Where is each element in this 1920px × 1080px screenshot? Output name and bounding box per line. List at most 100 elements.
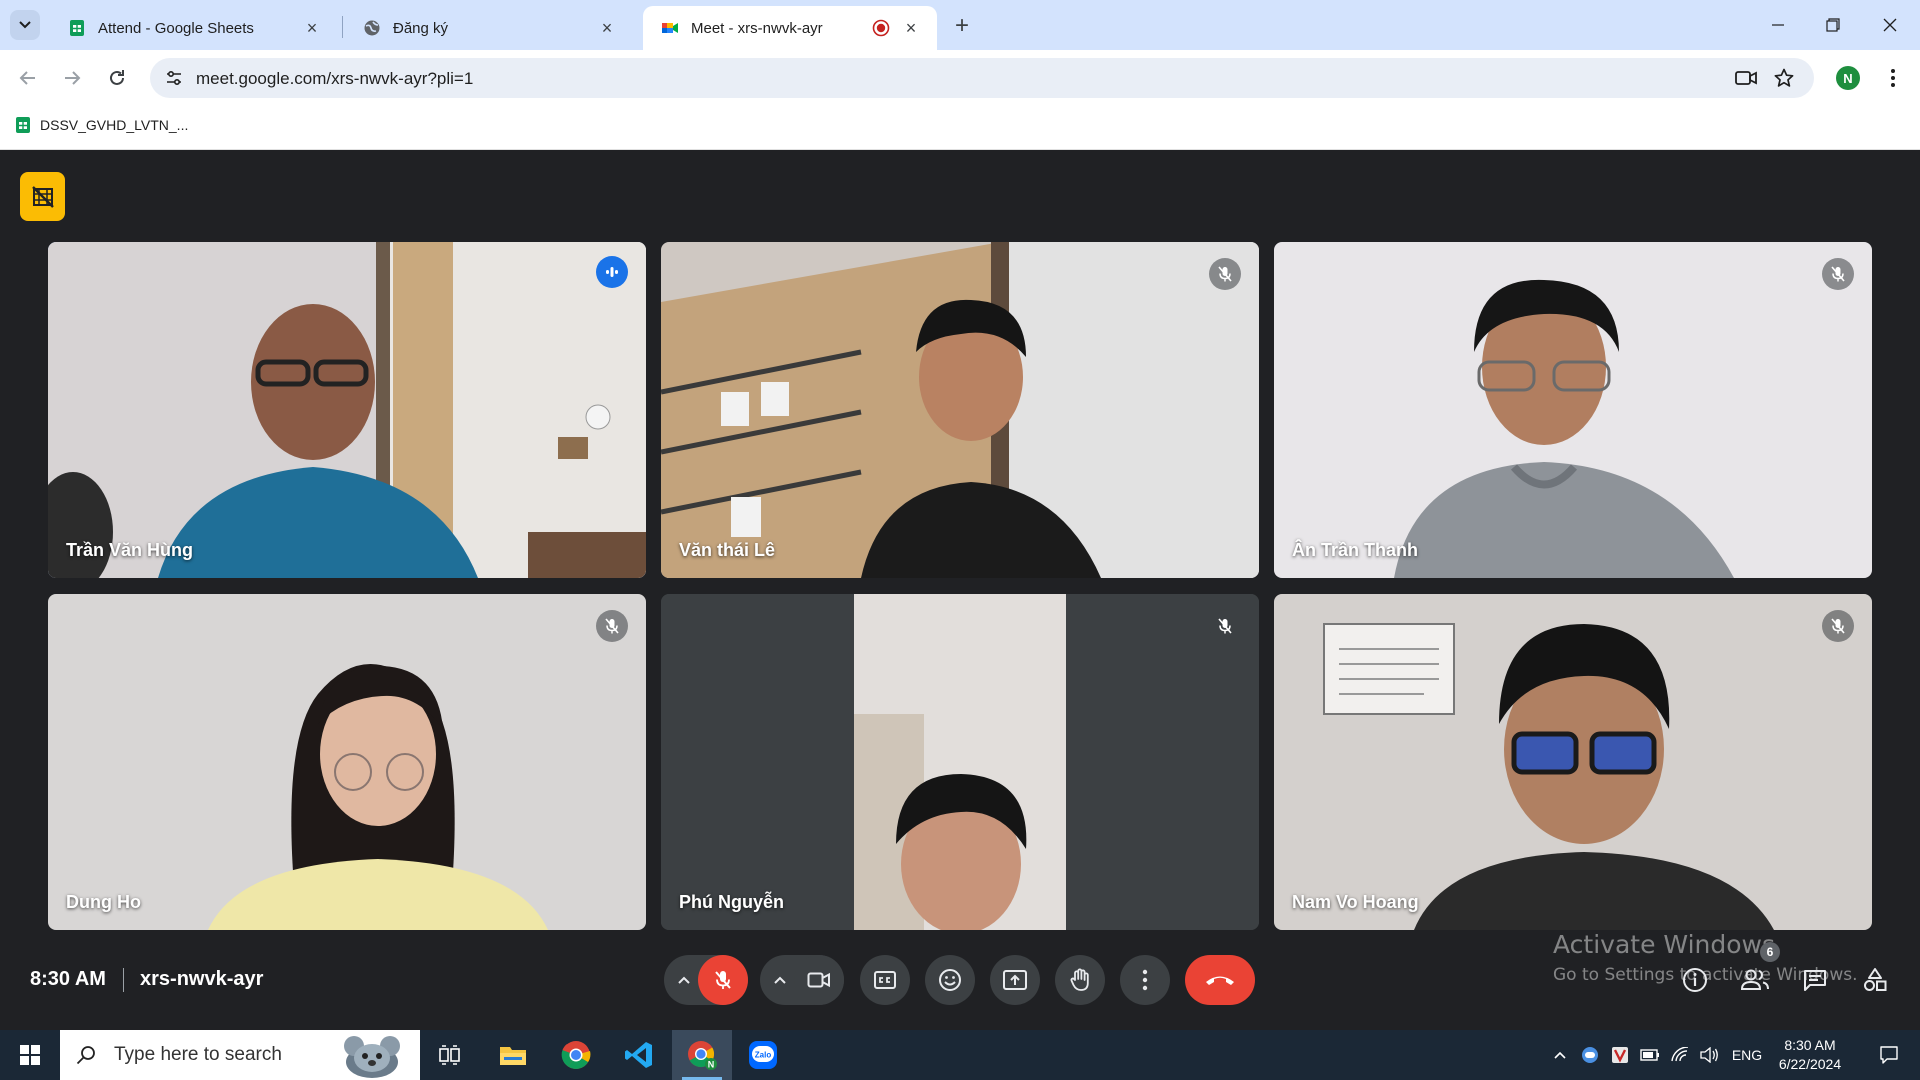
chevron-up-icon [1554,1051,1566,1059]
meet-stage: Trần Văn Hùng Văn thái Lê Ân Trần Thanh … [0,150,1920,1030]
reactions-button[interactable] [925,955,975,1005]
task-view-icon [439,1045,460,1065]
emoji-icon [939,969,961,991]
camera-in-use-button[interactable] [1734,66,1758,90]
tab-search-button[interactable] [10,10,40,40]
new-tab-button[interactable]: + [948,12,976,40]
back-button[interactable] [12,62,44,94]
info-icon [1683,968,1707,992]
zalo-button[interactable]: Zalo [733,1030,793,1080]
participant-tile[interactable]: Văn thái Lê [661,242,1259,578]
participant-name: Ân Trần Thanh [1292,540,1418,560]
tab-strip: Attend - Google Sheets × Đăng ký × Meet … [0,0,1920,50]
more-options-button[interactable] [1120,955,1170,1005]
chrome-profile-button[interactable]: N [672,1030,732,1080]
vpn-icon [1612,1047,1628,1063]
tab-separator [342,16,343,38]
no-video-film-icon [31,185,54,208]
close-window-button[interactable] [1870,10,1910,40]
chrome-icon [561,1041,591,1069]
svg-text:Zalo: Zalo [755,1051,772,1060]
taskbar-clock[interactable]: 8:30 AM 6/22/2024 [1770,1036,1850,1074]
chat-button[interactable] [1795,960,1835,1000]
people-button[interactable] [1735,960,1775,1000]
notification-icon [1880,1046,1898,1064]
tray-language[interactable]: ENG [1728,1030,1766,1080]
participant-video [1274,594,1872,930]
tray-battery[interactable] [1638,1030,1662,1080]
captions-button[interactable] [860,955,910,1005]
wifi-icon [1671,1047,1689,1062]
tab-dang-ky[interactable]: Đăng ký × [345,6,633,50]
microphone-toggle-button[interactable] [698,955,748,1005]
present-screen-button[interactable] [990,955,1040,1005]
participant-tile[interactable]: Ân Trần Thanh [1274,242,1872,578]
activities-button[interactable] [1855,960,1895,1000]
speaking-indicator [596,256,628,288]
site-info-button[interactable] [162,66,186,90]
task-view-button[interactable] [420,1030,480,1080]
participant-tile[interactable]: Trần Văn Hùng [48,242,646,578]
tray-network[interactable] [1668,1030,1692,1080]
vscode-button[interactable] [609,1030,669,1080]
camera-toggle-button[interactable] [794,955,844,1005]
meeting-time: 8:30 AM [30,968,106,990]
participant-tile[interactable]: Phú Nguyễn [661,594,1259,930]
restore-button[interactable] [1813,10,1853,40]
mic-off-icon [605,618,619,634]
recording-icon [872,19,890,37]
participant-name: Nam Vo Hoang [1292,892,1419,912]
meeting-details-button[interactable] [1675,960,1715,1000]
windows-logo-icon [20,1045,40,1065]
chevron-down-icon [19,21,31,29]
raise-hand-button[interactable] [1055,955,1105,1005]
tab-attend-sheets[interactable]: Attend - Google Sheets × [50,6,338,50]
zalo-icon: Zalo [749,1041,777,1069]
address-bar[interactable]: meet.google.com/xrs-nwvk-ayr?pli=1 [150,58,1814,98]
participant-tile[interactable]: Nam Vo Hoang [1274,594,1872,930]
close-icon[interactable]: × [597,18,617,38]
reload-button[interactable] [101,62,133,94]
tab-meet[interactable]: Meet - xrs-nwvk-ayr × [643,6,937,50]
start-button[interactable] [0,1030,60,1080]
hand-icon [1070,968,1089,991]
bookmark-dssv[interactable]: DSSV_GVHD_LVTN_... [14,116,188,134]
participant-name: Văn thái Lê [679,540,776,560]
video-camera-icon [807,972,830,988]
search-placeholder: Type here to search [114,1044,282,1065]
tray-app[interactable] [1608,1030,1632,1080]
watermark-subtitle: Go to Settings to activate Windows. [1553,965,1858,985]
notification-center-button[interactable] [1866,1030,1912,1080]
forward-button[interactable] [56,62,88,94]
star-icon [1774,68,1794,87]
close-icon[interactable]: × [901,18,921,38]
audio-options-button[interactable] [668,955,700,1005]
taskbar-search-box[interactable]: Type here to search [60,1030,420,1080]
arrow-left-icon [19,71,35,85]
show-hidden-icons-button[interactable] [1548,1030,1572,1080]
video-options-button[interactable] [764,955,796,1005]
close-icon[interactable]: × [302,18,322,38]
profile-avatar[interactable]: N [1836,66,1860,90]
companion-mode-badge[interactable] [20,172,65,221]
vscode-icon [625,1042,652,1068]
leave-call-button[interactable] [1185,955,1255,1005]
participant-video [661,594,1259,930]
mic-muted-indicator [1209,258,1241,290]
globe-icon [364,20,380,36]
participant-tile[interactable]: Dung Ho [48,594,646,930]
tray-zalo[interactable] [1578,1030,1602,1080]
tray-volume[interactable] [1698,1030,1722,1080]
restore-icon [1826,18,1840,32]
file-explorer-button[interactable] [483,1030,543,1080]
chrome-button[interactable] [546,1030,606,1080]
participant-video [661,242,1259,578]
minimize-button[interactable] [1758,10,1798,40]
bookmarks-bar: DSSV_GVHD_LVTN_... [0,106,1920,150]
participant-video [48,242,646,578]
call-end-icon [1206,976,1234,985]
search-icon [76,1046,95,1065]
meet-control-bar: 8:30 AM xrs-nwvk-ayr Activate Windows Go… [0,930,1920,1030]
bookmark-star-button[interactable] [1772,66,1796,90]
browser-menu-button[interactable] [1878,62,1908,94]
